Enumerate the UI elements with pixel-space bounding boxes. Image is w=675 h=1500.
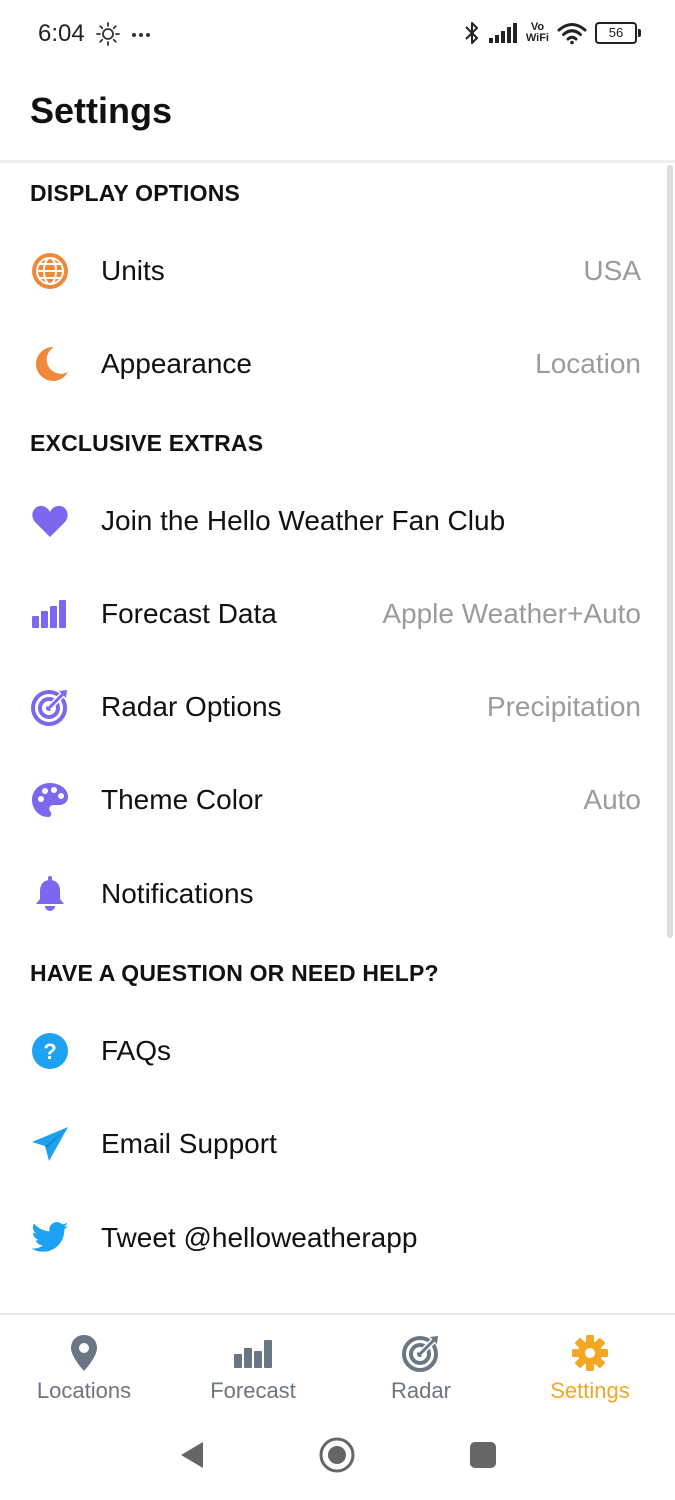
bluetooth-icon	[465, 22, 478, 44]
wifi-icon	[557, 23, 587, 45]
notifications-label: Notifications	[101, 877, 254, 909]
home-icon[interactable]	[317, 1435, 357, 1475]
more-dots-icon	[132, 33, 150, 37]
heart-icon	[30, 501, 70, 541]
twitter-icon	[30, 1218, 70, 1258]
globe-icon	[30, 251, 70, 291]
palette-icon	[30, 780, 70, 820]
scrollbar[interactable]	[667, 165, 673, 938]
system-nav-bar	[0, 1415, 675, 1500]
back-icon[interactable]	[172, 1435, 212, 1475]
forecast-data-value: Apple Weather+Auto	[382, 597, 641, 629]
units-label: Units	[101, 254, 165, 286]
battery-indicator: 56	[595, 22, 641, 44]
settings-row-tweet[interactable]: Tweet @helloweatherapp	[0, 1191, 665, 1284]
settings-row-email-support[interactable]: Email Support	[0, 1097, 665, 1190]
tab-locations[interactable]: Locations	[0, 1315, 168, 1415]
signal-icon	[488, 23, 517, 43]
email-support-label: Email Support	[101, 1127, 277, 1159]
radar-icon	[401, 1333, 441, 1373]
gear-icon	[570, 1333, 610, 1373]
settings-row-forecast-data[interactable]: Forecast Data Apple Weather+Auto	[0, 567, 665, 660]
tab-radar-label: Radar	[391, 1378, 451, 1403]
moon-icon	[30, 344, 70, 384]
tab-forecast-label: Forecast	[210, 1378, 296, 1403]
appearance-label: Appearance	[101, 347, 253, 379]
fan-club-label: Join the Hello Weather Fan Club	[101, 504, 506, 536]
tab-locations-label: Locations	[36, 1378, 132, 1403]
question-icon: ?	[30, 1031, 70, 1071]
settings-row-fan-club[interactable]: Join the Hello Weather Fan Club	[0, 474, 665, 567]
brightness-icon	[96, 22, 150, 46]
bar-chart-icon	[233, 1333, 273, 1373]
settings-list[interactable]: DISPLAY OPTIONS Units USA Appearance Loc…	[0, 163, 665, 1313]
radar-options-label: Radar Options	[101, 690, 282, 722]
section-header-help: HAVE A QUESTION OR NEED HELP?	[30, 960, 439, 986]
radar-options-value: Precipitation	[486, 690, 641, 722]
theme-color-value: Auto	[583, 783, 641, 815]
svg-text:?: ?	[43, 1039, 56, 1064]
radar-icon	[30, 687, 70, 727]
forecast-data-label: Forecast Data	[101, 597, 277, 629]
section-header-display-options: DISPLAY OPTIONS	[30, 180, 241, 206]
tab-settings[interactable]: Settings	[506, 1315, 674, 1415]
status-time: 6:04	[38, 20, 85, 47]
map-pin-icon	[64, 1333, 104, 1373]
tab-radar[interactable]: Radar	[337, 1315, 505, 1415]
theme-color-label: Theme Color	[101, 783, 263, 815]
page-title: Settings	[30, 90, 173, 131]
settings-row-theme-color[interactable]: Theme Color Auto	[0, 753, 665, 846]
bell-icon	[30, 874, 70, 914]
appearance-value: Location	[535, 347, 641, 379]
tab-forecast[interactable]: Forecast	[169, 1315, 337, 1415]
tab-settings-label: Settings	[550, 1378, 630, 1403]
faqs-label: FAQs	[101, 1034, 172, 1066]
settings-row-radar-options[interactable]: Radar Options Precipitation	[0, 660, 665, 753]
recents-icon[interactable]	[463, 1435, 503, 1475]
status-bar: 6:04 Vo WiFi 56	[0, 0, 675, 70]
settings-row-appearance[interactable]: Appearance Location	[0, 317, 665, 410]
bar-chart-icon	[30, 594, 70, 634]
settings-row-faqs[interactable]: ? FAQs	[0, 1004, 665, 1097]
section-header-exclusive-extras: EXCLUSIVE EXTRAS	[30, 430, 264, 456]
paper-plane-icon	[30, 1124, 70, 1164]
tweet-label: Tweet @helloweatherapp	[101, 1221, 418, 1253]
tab-bar: Locations Forecast Radar Settings	[0, 1313, 675, 1417]
vowifi-indicator: Vo WiFi	[525, 21, 549, 44]
settings-row-units[interactable]: Units USA	[0, 224, 665, 317]
settings-row-notifications[interactable]: Notifications	[0, 847, 665, 940]
units-value: USA	[583, 254, 641, 286]
